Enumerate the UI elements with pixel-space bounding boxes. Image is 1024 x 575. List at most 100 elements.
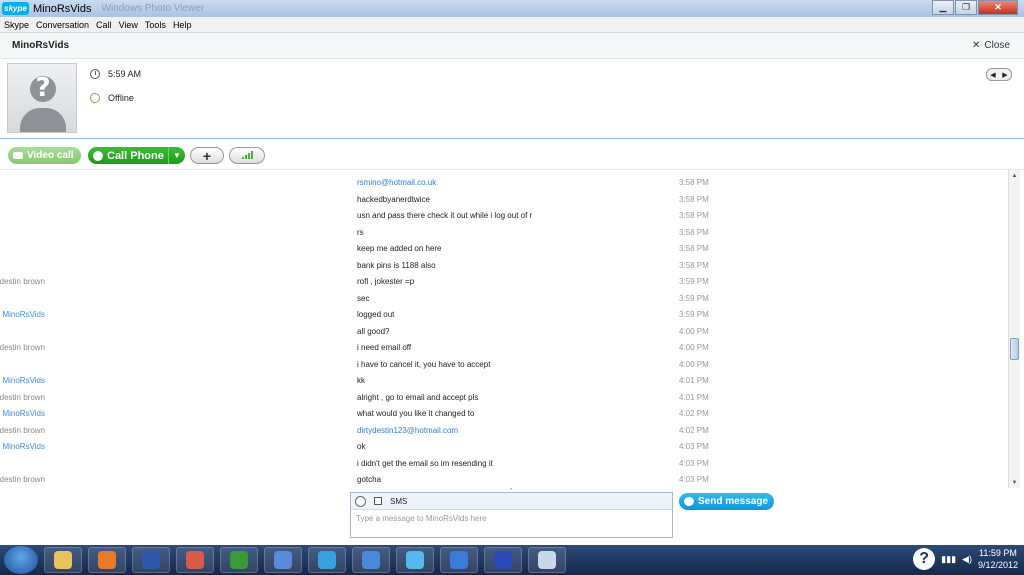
window-controls: ▁ ❐ ✕: [932, 0, 1018, 15]
chat-message[interactable]: destin brown rofl , jokester =p 3:59 PM: [0, 274, 720, 290]
message-sender[interactable]: destin brown: [0, 393, 45, 402]
taskbar-app-button[interactable]: [484, 547, 522, 573]
menu-tools[interactable]: Tools: [145, 20, 166, 30]
video-call-button[interactable]: Video call: [8, 147, 81, 164]
message-text: hackedbyanerdtwice: [357, 194, 430, 204]
close-label: Close: [984, 40, 1010, 51]
message-input[interactable]: [356, 514, 666, 523]
chat-message[interactable]: hackedbyanerdtwice 3:58 PM: [0, 192, 720, 208]
chat-message[interactable]: rsmino@hotmail.co.uk 3:58 PM: [0, 175, 720, 191]
message-time: 4:03 PM: [679, 442, 709, 451]
chat-message[interactable]: rs 3:58 PM: [0, 225, 720, 241]
chat-message[interactable]: i didn't get the email so im resending i…: [0, 456, 720, 472]
avatar[interactable]: ?: [7, 63, 77, 133]
message-sender[interactable]: destin brown: [0, 475, 45, 484]
taskbar-app-button[interactable]: [88, 547, 126, 573]
network-signal-icon[interactable]: ▮▮▮: [941, 554, 956, 565]
send-message-button[interactable]: Send message: [679, 493, 774, 510]
scroll-up-icon[interactable]: ▲: [1009, 170, 1020, 181]
chat-message[interactable]: usn and pass there check it out while i …: [0, 208, 720, 224]
taskbar-app-button[interactable]: [132, 547, 170, 573]
message-composer: SMS: [350, 492, 673, 538]
message-text: kk: [357, 376, 365, 385]
emoticon-icon[interactable]: [355, 495, 366, 507]
message-link[interactable]: dirtydestin123@hotmail.com: [357, 426, 458, 435]
chat-message[interactable]: MinoRsVids ok 4:03 PM: [0, 439, 720, 455]
scrollbar-thumb[interactable]: [1010, 338, 1019, 360]
taskbar-app-button[interactable]: [220, 547, 258, 573]
message-sender[interactable]: destin brown: [0, 426, 45, 435]
message-time: 3:59 PM: [679, 277, 709, 286]
call-phone-button[interactable]: Call Phone ▼: [88, 147, 185, 164]
scroll-down-icon[interactable]: ▼: [1009, 477, 1020, 488]
app-icon: [274, 551, 292, 569]
taskbar-app-button[interactable]: [44, 547, 82, 573]
chat-message[interactable]: destin brown gotcha 4:03 PM: [0, 472, 720, 488]
chat-message[interactable]: bank pins is 1188 also 3:58 PM: [0, 258, 720, 274]
call-quality-button[interactable]: [229, 147, 265, 164]
message-time: 4:00 PM: [679, 343, 709, 352]
message-time: 4:00 PM: [679, 326, 709, 336]
chat-message[interactable]: MinoRsVids kk 4:01 PM: [0, 373, 720, 389]
taskbar-app-button[interactable]: [440, 547, 478, 573]
restore-button[interactable]: ❐: [955, 0, 977, 15]
chevron-down-icon[interactable]: ▼: [168, 147, 185, 164]
signal-bar-icon: [247, 153, 250, 159]
chat-message[interactable]: destin brown alright , go to email and ac…: [0, 390, 720, 406]
chat-message[interactable]: sec 3:59 PM: [0, 291, 720, 307]
local-time-row: 5:59 AM: [90, 69, 141, 79]
taskbar-app-button[interactable]: [176, 547, 214, 573]
next-arrow-icon[interactable]: ▶: [999, 69, 1011, 80]
message-text: gotcha: [357, 475, 382, 484]
minimize-button[interactable]: ▁: [932, 0, 954, 15]
taskbar-app-button[interactable]: [308, 547, 346, 573]
close-conversation-button[interactable]: ✕ Close: [972, 40, 1010, 51]
message-time: 3:58 PM: [679, 211, 709, 220]
chat-message[interactable]: i have to cancel it, you have to accept 4…: [0, 357, 720, 373]
menu-call[interactable]: Call: [96, 20, 112, 30]
message-text: logged out: [357, 310, 395, 319]
message-sender[interactable]: destin brown: [0, 343, 45, 352]
menu-skype[interactable]: Skype: [4, 20, 29, 30]
taskbar-app-button[interactable]: [264, 547, 302, 573]
message-sender[interactable]: destin brown: [0, 277, 45, 286]
chat-message[interactable]: all good? 4:00 PM: [0, 324, 720, 340]
message-sender[interactable]: MinoRsVids: [2, 442, 45, 451]
chat-scrollbar[interactable]: ▲ ▼: [1008, 170, 1020, 488]
menu-view[interactable]: View: [119, 20, 138, 30]
windows-taskbar: ? ▮▮▮ ◀) 11:59 PM 9/12/2012: [0, 545, 1024, 575]
add-people-button[interactable]: +: [190, 147, 224, 164]
status-row: Offline: [90, 93, 134, 103]
taskbar-app-button[interactable]: [396, 547, 434, 573]
message-sender[interactable]: MinoRsVids: [2, 409, 45, 418]
help-icon[interactable]: ?: [913, 548, 936, 570]
taskbar-app-button[interactable]: [352, 547, 390, 573]
volume-icon[interactable]: ◀): [962, 554, 972, 565]
resize-grip-icon[interactable]: •: [510, 487, 514, 493]
message-link[interactable]: rsmino@hotmail.co.uk: [357, 178, 436, 187]
prev-arrow-icon[interactable]: ◀: [987, 69, 999, 80]
background-window-title: Windows Photo Viewer: [101, 3, 205, 14]
taskbar-app-button[interactable]: [528, 547, 566, 573]
message-time: 3:58 PM: [679, 178, 709, 187]
chat-message[interactable]: destin brown i need email off 4:00 PM: [0, 340, 720, 356]
start-button[interactable]: [4, 546, 38, 574]
message-sender[interactable]: MinoRsVids: [2, 376, 45, 385]
chat-message[interactable]: keep me added on here 3:58 PM: [0, 241, 720, 257]
menu-help[interactable]: Help: [173, 20, 192, 30]
menu-conversation[interactable]: Conversation: [36, 20, 89, 30]
avatar-body-shape: [20, 108, 66, 132]
chat-history[interactable]: rsmino@hotmail.co.uk 3:58 PM hackedbyanerd…: [0, 170, 1008, 488]
window-close-button[interactable]: ✕: [978, 0, 1018, 15]
sms-checkbox[interactable]: [374, 497, 382, 505]
message-sender[interactable]: MinoRsVids: [2, 310, 45, 319]
chat-message[interactable]: destin brown dirtydestin123@hotmail.com 4:…: [0, 423, 720, 439]
conversation-header: MinoRsVids ✕ Close: [0, 33, 1024, 59]
chat-message[interactable]: MinoRsVids what would you like it changed…: [0, 406, 720, 422]
close-icon: ✕: [972, 40, 981, 51]
contact-profile: ? 5:59 AM Offline ◀ ▶: [0, 59, 1024, 139]
chat-message[interactable]: MinoRsVids logged out 3:59 PM: [0, 307, 720, 323]
system-clock[interactable]: 11:59 PM 9/12/2012: [978, 547, 1018, 571]
clock-time: 11:59 PM: [979, 548, 1017, 558]
message-text: what would you like it changed to: [357, 409, 475, 418]
